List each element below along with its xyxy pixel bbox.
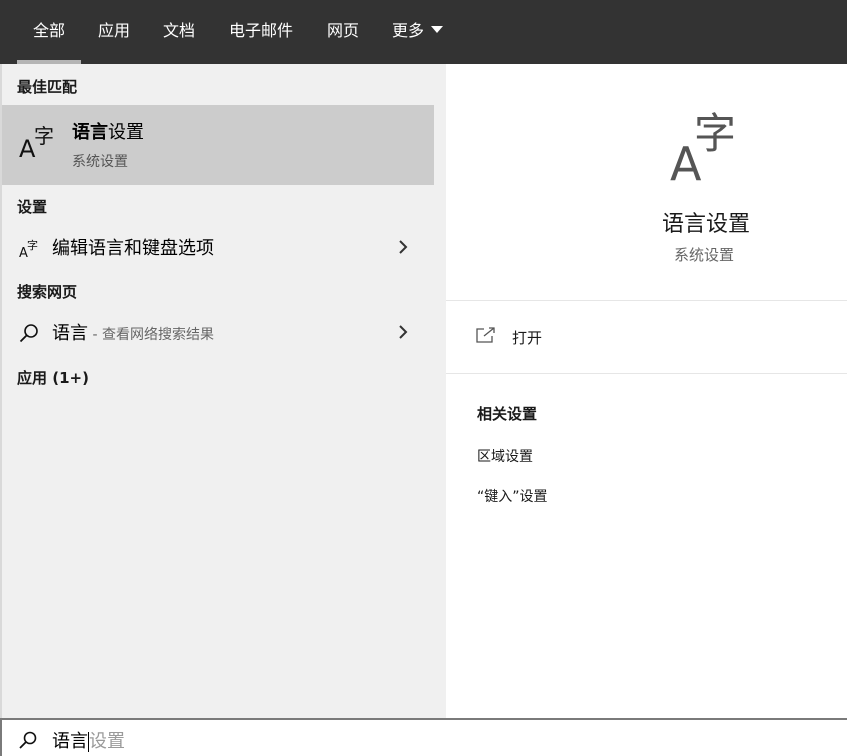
search-filter-tabs: 全部 应用 文档 电子邮件 网页 更多 [0, 0, 847, 64]
web-search-heading: 搜索网页 [17, 283, 78, 301]
search-icon [19, 731, 37, 749]
tab-more[interactable]: 更多 [392, 0, 444, 64]
best-match-result[interactable]: A 字 语言设置 系统设置 [2, 105, 434, 185]
language-icon: A 字 [19, 238, 38, 259]
chevron-down-icon [431, 26, 444, 33]
divider [446, 373, 847, 374]
svg-text:字: 字 [694, 109, 736, 158]
best-match-heading: 最佳匹配 [17, 78, 78, 96]
tab-documents[interactable]: 文档 [163, 0, 195, 64]
chevron-right-icon[interactable] [396, 323, 410, 341]
related-settings-heading: 相关设置 [477, 405, 538, 423]
search-suggestion-text: 设置 [89, 731, 125, 752]
search-input[interactable]: 语言设置 [52, 732, 125, 752]
open-label: 打开 [512, 329, 543, 347]
divider [446, 300, 847, 301]
tab-email[interactable]: 电子邮件 [229, 0, 293, 64]
open-external-icon [476, 327, 495, 343]
preview-pane: A 字 语言设置 系统设置 打开 相关设置 区域设置 “键入”设置 [446, 64, 847, 718]
best-match-subtitle: 系统设置 [72, 154, 128, 170]
web-search-hint: - 查看网络搜索结果 [88, 327, 214, 343]
svg-text:字: 字 [27, 238, 38, 252]
language-icon: A 字 [19, 124, 54, 161]
search-icon [19, 324, 38, 343]
tab-more-label: 更多 [392, 21, 425, 40]
settings-result-edit-language[interactable]: A 字 编辑语言和键盘选项 [2, 227, 434, 267]
tab-all[interactable]: 全部 [16, 0, 82, 64]
preview-subtitle: 系统设置 [674, 246, 735, 264]
tab-web[interactable]: 网页 [327, 0, 359, 64]
language-icon: A 字 [670, 109, 736, 188]
settings-result-label: 编辑语言和键盘选项 [52, 238, 214, 259]
web-search-result[interactable]: 语言 - 查看网络搜索结果 [2, 312, 434, 352]
search-box[interactable]: 语言设置 [0, 718, 847, 756]
chevron-right-icon[interactable] [396, 238, 410, 256]
best-match-title: 语言设置 [72, 122, 144, 143]
preview-title: 语言设置 [662, 212, 751, 237]
tab-apps[interactable]: 应用 [98, 0, 130, 64]
svg-text:字: 字 [34, 124, 54, 148]
typing-settings-link[interactable]: “键入”设置 [477, 486, 548, 506]
settings-heading: 设置 [17, 198, 48, 216]
search-typed-text: 语言 [52, 731, 88, 752]
web-search-label: 语言 - 查看网络搜索结果 [52, 323, 214, 344]
results-pane: 最佳匹配 A 字 语言设置 系统设置 设置 A 字 编辑语言和键盘选项 搜索网页… [0, 64, 434, 718]
region-settings-link[interactable]: 区域设置 [477, 446, 533, 466]
apps-heading[interactable]: 应用 (1+) [17, 367, 89, 388]
